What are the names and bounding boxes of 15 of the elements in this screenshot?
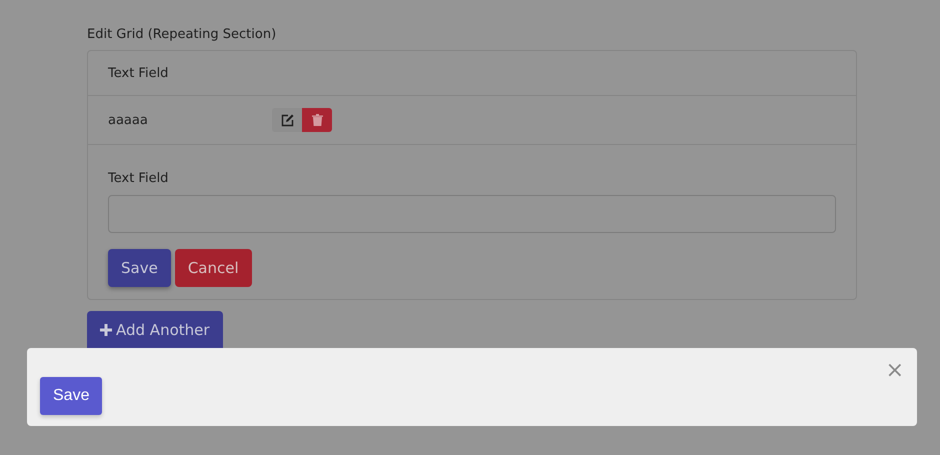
cancel-button[interactable]: Cancel	[174, 249, 252, 287]
trash-icon	[312, 114, 322, 126]
save-button[interactable]: Save	[40, 377, 102, 415]
plus-icon	[100, 324, 112, 336]
close-button[interactable]: ×	[886, 358, 904, 383]
table-cell-text: aaaaa	[108, 112, 149, 128]
text-field[interactable]	[108, 195, 836, 233]
field-label: Text Field	[108, 171, 168, 186]
edit-icon	[280, 114, 294, 126]
save-button[interactable]: Save	[108, 249, 171, 287]
add-another-button[interactable]: Add Another	[87, 311, 223, 348]
edit-button[interactable]	[272, 108, 302, 132]
delete-button[interactable]	[302, 108, 332, 132]
column-header: Text Field	[88, 51, 856, 96]
grid-label: Edit Grid (Repeating Section)	[87, 27, 276, 42]
